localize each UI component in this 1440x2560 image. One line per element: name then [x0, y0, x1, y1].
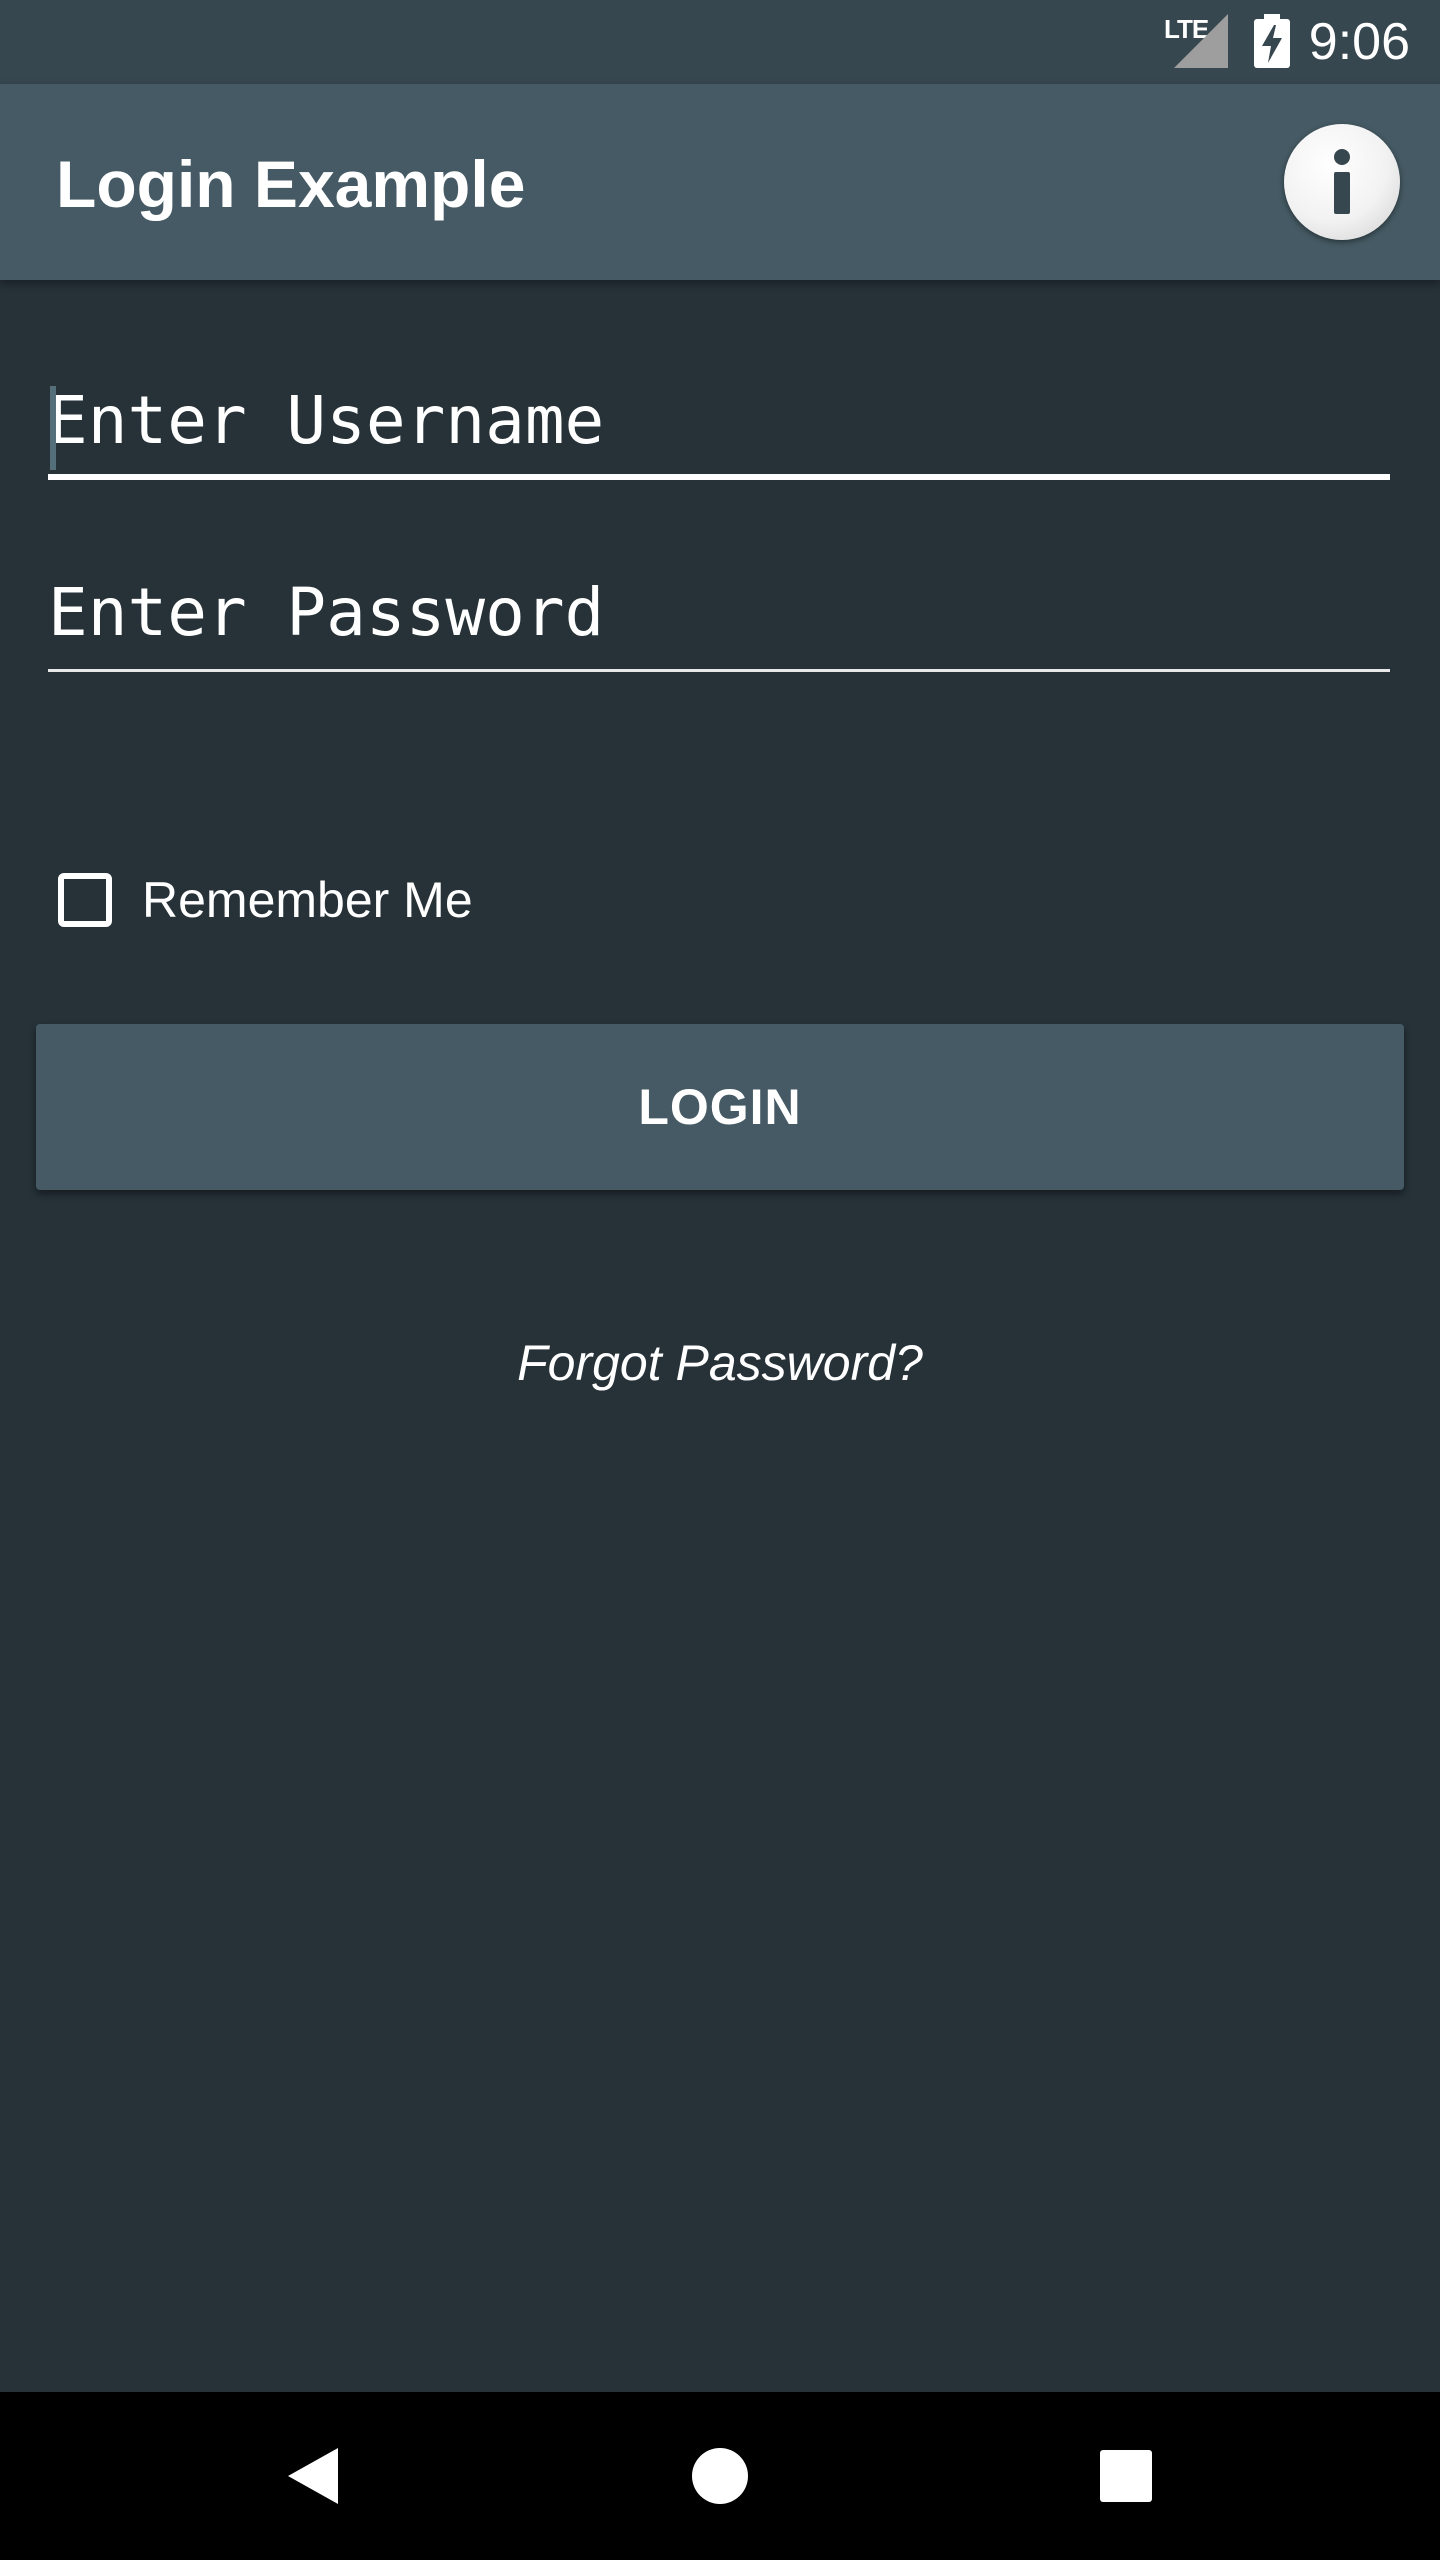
signal-icon [1174, 14, 1228, 68]
username-field[interactable] [48, 370, 1390, 480]
back-icon [288, 2448, 338, 2504]
password-input[interactable] [48, 562, 1390, 662]
app-bar: Login Example [0, 84, 1440, 280]
recents-icon [1100, 2450, 1152, 2502]
remember-me-label: Remember Me [142, 872, 473, 928]
password-field[interactable] [48, 562, 1390, 672]
battery-charging-icon [1254, 14, 1290, 68]
home-icon [692, 2448, 748, 2504]
username-underline [48, 474, 1390, 480]
login-button-label: LOGIN [638, 1079, 802, 1135]
forgot-password-link[interactable]: Forgot Password? [0, 1334, 1440, 1392]
info-icon [1334, 149, 1350, 214]
text-cursor [50, 386, 56, 470]
recents-button[interactable] [1042, 2392, 1210, 2560]
back-button[interactable] [232, 2392, 400, 2560]
remember-me-checkbox[interactable] [58, 873, 112, 927]
username-input[interactable] [48, 370, 1390, 470]
app-title: Login Example [56, 147, 526, 221]
navigation-bar [0, 2392, 1440, 2560]
status-bar: LTE 9:06 [0, 0, 1440, 84]
login-button[interactable]: LOGIN [36, 1024, 1404, 1190]
info-button[interactable] [1284, 124, 1400, 240]
home-button[interactable] [636, 2392, 804, 2560]
remember-me-row[interactable]: Remember Me [58, 864, 473, 936]
clock-time: 9:06 [1308, 13, 1410, 71]
password-underline [48, 669, 1390, 672]
